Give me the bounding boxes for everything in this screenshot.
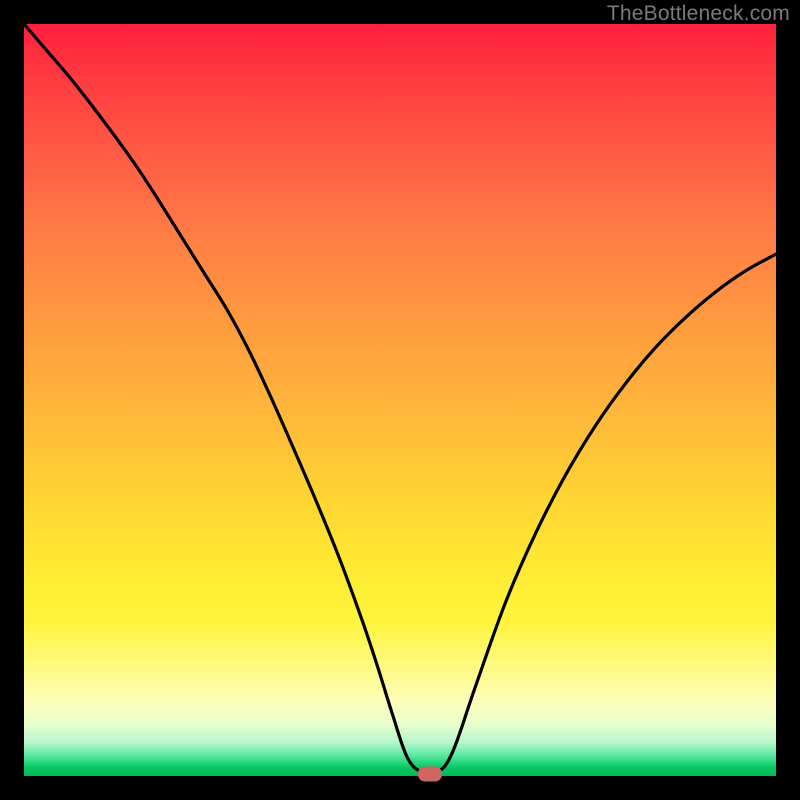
bottleneck-curve — [24, 24, 776, 776]
chart-frame: TheBottleneck.com — [0, 0, 800, 800]
plot-area — [24, 24, 776, 776]
optimal-point-marker — [418, 766, 442, 781]
watermark-text: TheBottleneck.com — [607, 2, 790, 26]
